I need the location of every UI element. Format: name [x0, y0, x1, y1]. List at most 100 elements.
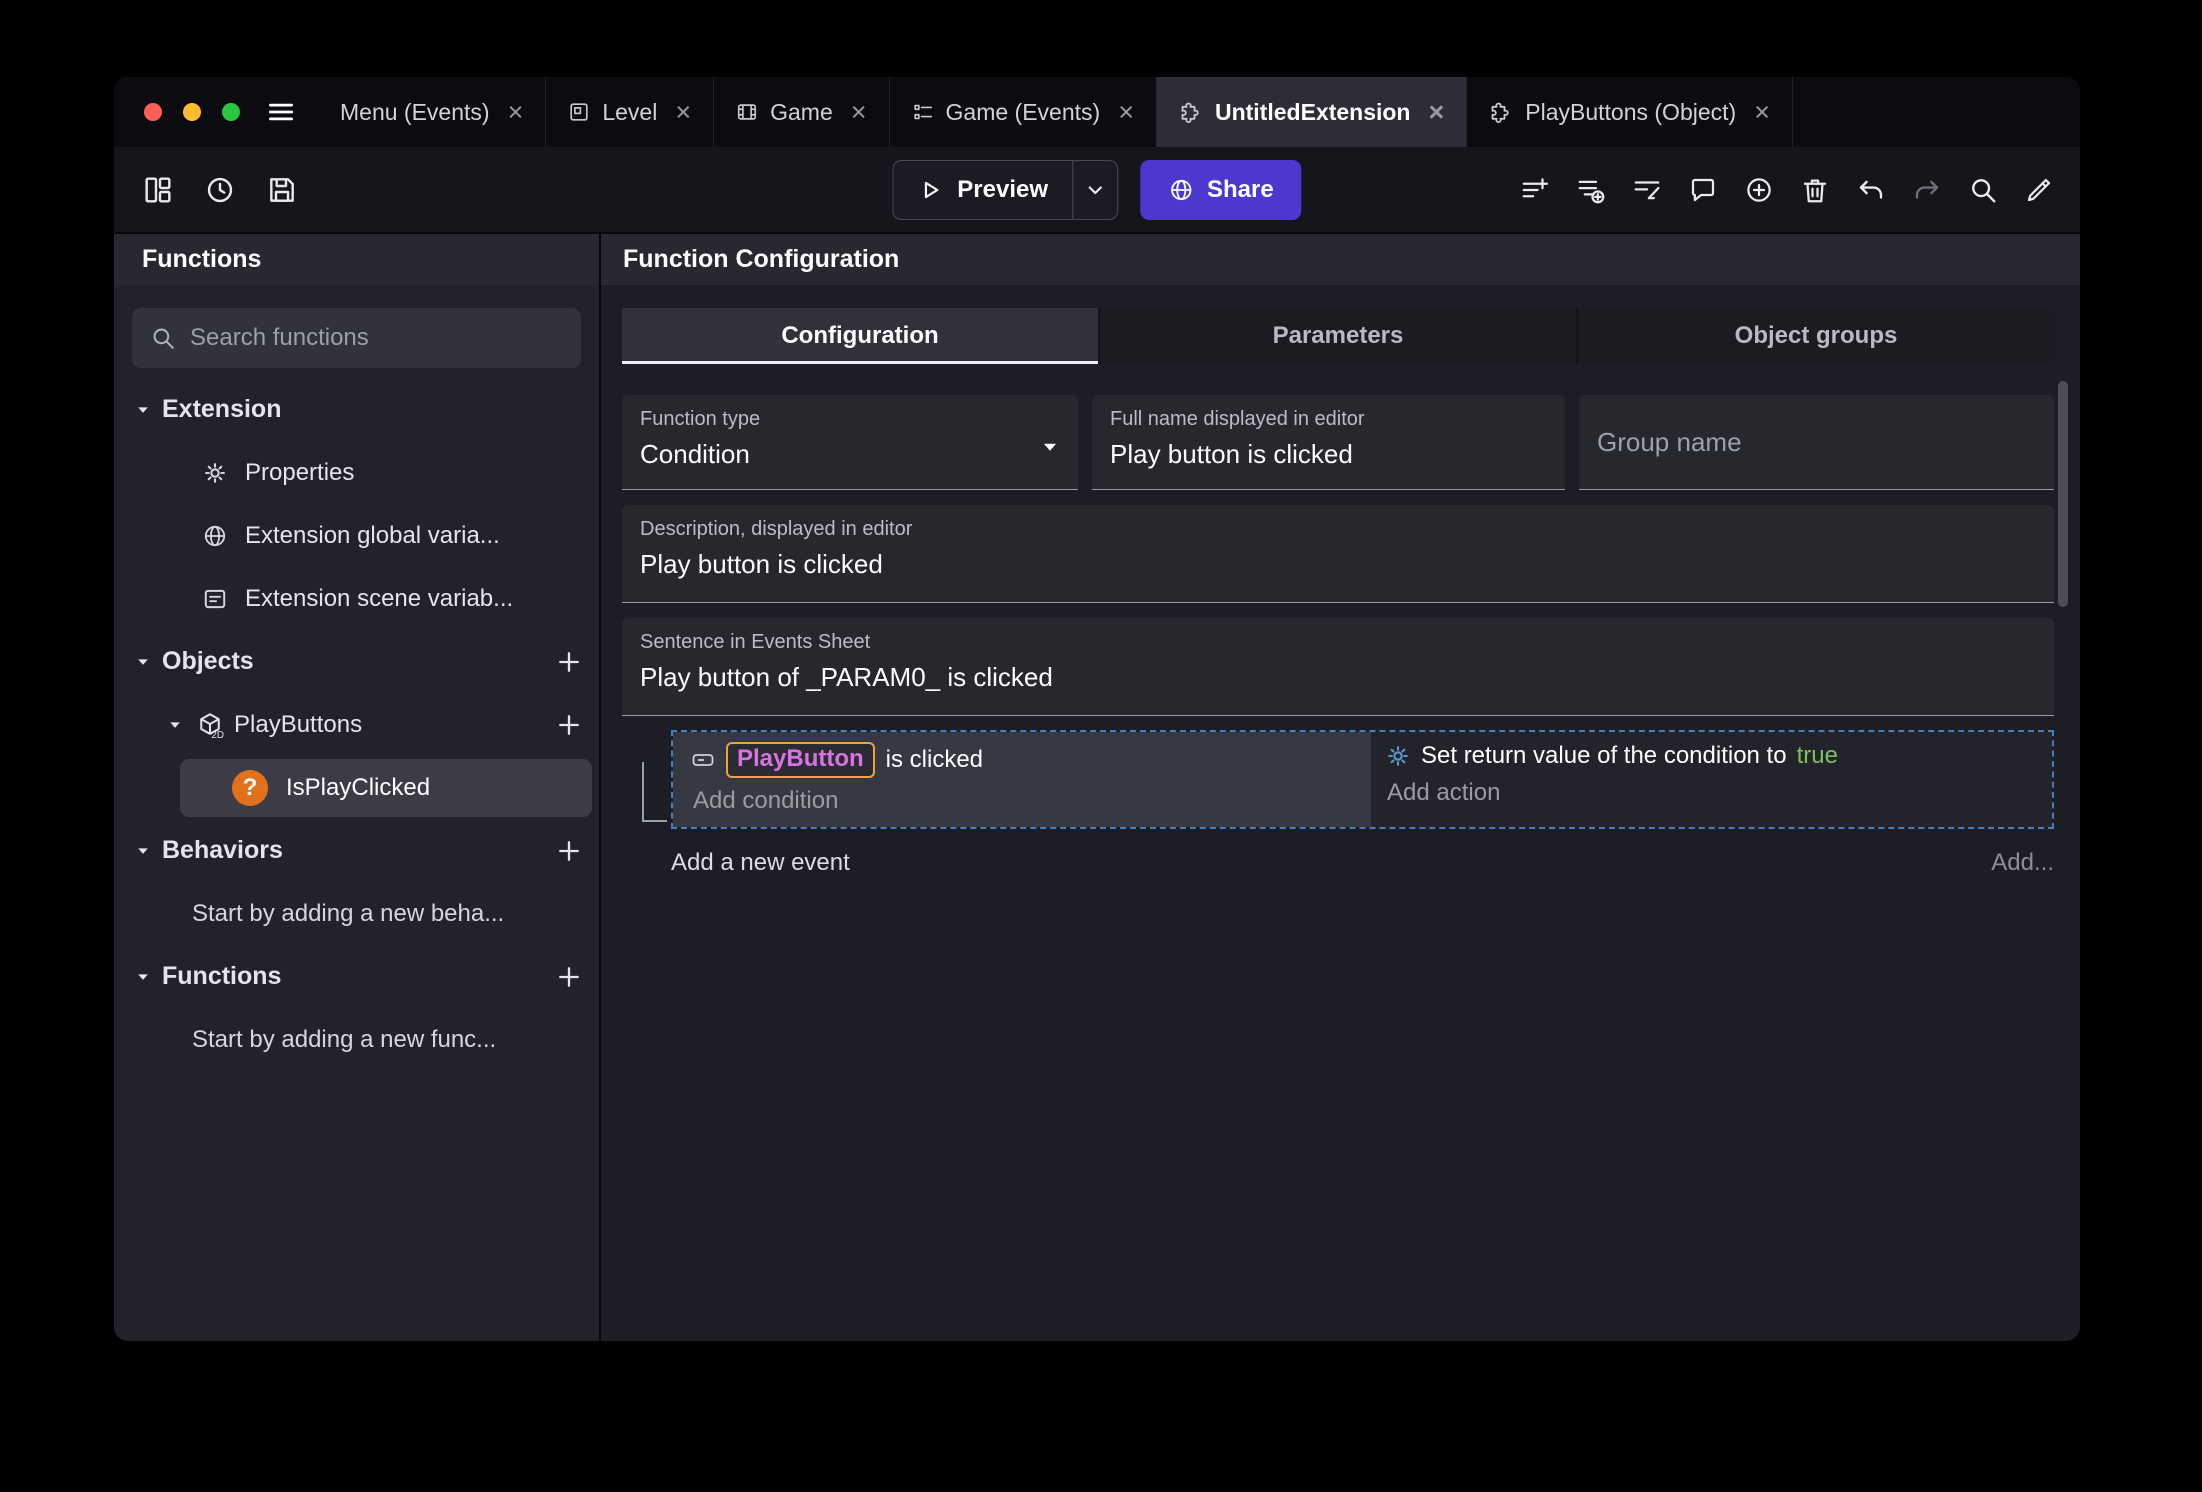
project-manager-icon[interactable] [142, 174, 174, 206]
choose-add-icon[interactable] [1744, 175, 1774, 205]
search-input[interactable] [190, 324, 563, 352]
group-name-field[interactable] [1579, 395, 2054, 490]
close-icon[interactable]: × [1754, 98, 1770, 126]
search-box [132, 308, 581, 368]
sidebar-item-scene-variables[interactable]: Extension scene variab... [114, 567, 599, 630]
globe-icon [1168, 177, 1194, 203]
section-label: Extension [162, 395, 282, 423]
globe-icon [202, 523, 228, 549]
undo-icon[interactable] [1856, 175, 1886, 205]
window-controls [114, 77, 266, 147]
add-action-button[interactable]: Add action [1385, 779, 2036, 807]
section-label: Objects [162, 647, 254, 675]
search-icon[interactable] [1968, 175, 1998, 205]
tab-game[interactable]: Game × [714, 77, 890, 147]
object-chip[interactable]: PlayButton [726, 742, 875, 778]
sidebar-section-functions[interactable]: Functions [114, 945, 599, 1008]
behaviors-empty-state: Start by adding a new beha... [192, 899, 505, 927]
close-window-button[interactable] [144, 103, 162, 121]
tab-game-events[interactable]: Game (Events) × [890, 77, 1157, 147]
sidebar-item-properties[interactable]: Properties [114, 441, 599, 504]
vertical-scrollbar-thumb[interactable] [2058, 381, 2068, 607]
add-more-button[interactable]: Add... [1991, 849, 2054, 877]
history-icon[interactable] [204, 174, 236, 206]
delete-icon[interactable] [1800, 175, 1830, 205]
tab-label: UntitledExtension [1214, 98, 1411, 125]
event-row[interactable]: PlayButton is clicked Add condition Set … [671, 730, 2054, 829]
add-object-function-button[interactable] [555, 711, 583, 739]
full-name-input[interactable] [1110, 439, 1547, 470]
sidebar-header: Functions [114, 234, 599, 285]
dropdown-caret-icon [1036, 433, 1064, 461]
toolbar: Preview Share [114, 147, 2080, 232]
add-behavior-button[interactable] [555, 837, 583, 865]
sentence-input[interactable] [640, 662, 2036, 693]
function-configuration-panel: Function Configuration Configuration Par… [601, 234, 2080, 1341]
share-button[interactable]: Share [1140, 159, 1302, 220]
add-subevent-icon[interactable] [1576, 175, 1606, 205]
return-gear-icon [1385, 743, 1411, 769]
close-icon[interactable]: × [675, 98, 691, 126]
edit-wand-icon[interactable] [2024, 175, 2054, 205]
preview-options-button[interactable] [1072, 159, 1119, 220]
description-field[interactable]: Description, displayed in editor [622, 505, 2054, 603]
event-indent-connector [642, 762, 667, 822]
sidebar-item-isplayclicked[interactable]: ? IsPlayClicked [114, 756, 599, 819]
film-icon [736, 101, 758, 123]
actions-column[interactable]: Set return value of the condition to tru… [1371, 732, 2052, 827]
function-type-select[interactable]: Function type Condition [622, 395, 1078, 490]
tab-label: Game [770, 98, 833, 125]
tab-configuration[interactable]: Configuration [622, 308, 1098, 364]
caret-down-icon [132, 399, 154, 421]
condition-text: is clicked [885, 746, 984, 773]
condition-question-icon: ? [232, 769, 268, 806]
maximize-window-button[interactable] [222, 103, 240, 121]
editor-tabs: Menu (Events) × Level × Game × Game (Eve… [318, 77, 1793, 147]
preview-label: Preview [957, 175, 1049, 203]
full-name-field[interactable]: Full name displayed in editor [1092, 395, 1565, 490]
chevron-down-icon [1083, 178, 1107, 202]
minimize-window-button[interactable] [183, 103, 201, 121]
close-icon[interactable]: × [1118, 98, 1134, 126]
tab-playbuttons-object[interactable]: PlayButtons (Object) × [1467, 77, 1793, 147]
sentence-field[interactable]: Sentence in Events Sheet [622, 618, 2054, 716]
tab-label: Game (Events) [945, 98, 1101, 125]
add-function-button[interactable] [555, 963, 583, 991]
main-menu-icon[interactable] [266, 97, 296, 127]
app-window: Menu (Events) × Level × Game × Game (Eve… [114, 77, 2080, 1341]
sidebar-section-behaviors[interactable]: Behaviors [114, 819, 599, 882]
tab-level[interactable]: Level × [546, 77, 715, 147]
sidebar-item-global-variables[interactable]: Extension global varia... [114, 504, 599, 567]
close-icon[interactable]: × [851, 98, 867, 126]
preview-button[interactable]: Preview [892, 159, 1073, 220]
tab-menu-events[interactable]: Menu (Events) × [318, 77, 547, 147]
add-condition-button[interactable]: Add condition [691, 787, 1357, 815]
field-label: Sentence in Events Sheet [640, 631, 871, 653]
close-icon[interactable]: × [1428, 98, 1444, 126]
sidebar-section-extension[interactable]: Extension [114, 378, 599, 441]
tab-object-groups[interactable]: Object groups [1576, 308, 2054, 364]
action-item[interactable]: Set return value of the condition to tru… [1385, 742, 2036, 770]
tab-parameters[interactable]: Parameters [1098, 308, 1576, 364]
conditions-column[interactable]: PlayButton is clicked Add condition [673, 732, 1371, 827]
condition-item[interactable]: PlayButton is clicked [691, 742, 1357, 778]
functions-empty-state: Start by adding a new func... [192, 1025, 497, 1053]
field-label: Function type [640, 408, 761, 430]
field-value: Condition [640, 439, 750, 469]
save-icon[interactable] [266, 174, 298, 206]
sidebar-section-objects[interactable]: Objects [114, 630, 599, 693]
sidebar-item-playbuttons[interactable]: 2D PlayButtons [114, 693, 599, 756]
add-object-button[interactable] [555, 648, 583, 676]
tab-label: Level [602, 98, 658, 125]
add-new-event-button[interactable]: Add a new event [671, 849, 850, 877]
add-comment-icon[interactable] [1688, 175, 1718, 205]
group-name-input[interactable] [1597, 426, 2036, 458]
close-icon[interactable]: × [508, 98, 524, 126]
redo-icon[interactable] [1912, 175, 1942, 205]
add-event-icon[interactable] [1520, 175, 1550, 205]
tab-untitled-extension[interactable]: UntitledExtension × [1156, 77, 1468, 147]
selected-function-row[interactable]: ? IsPlayClicked [180, 758, 592, 817]
add-other-event-icon[interactable] [1632, 175, 1662, 205]
caret-down-icon [132, 840, 154, 862]
description-input[interactable] [640, 549, 2036, 580]
